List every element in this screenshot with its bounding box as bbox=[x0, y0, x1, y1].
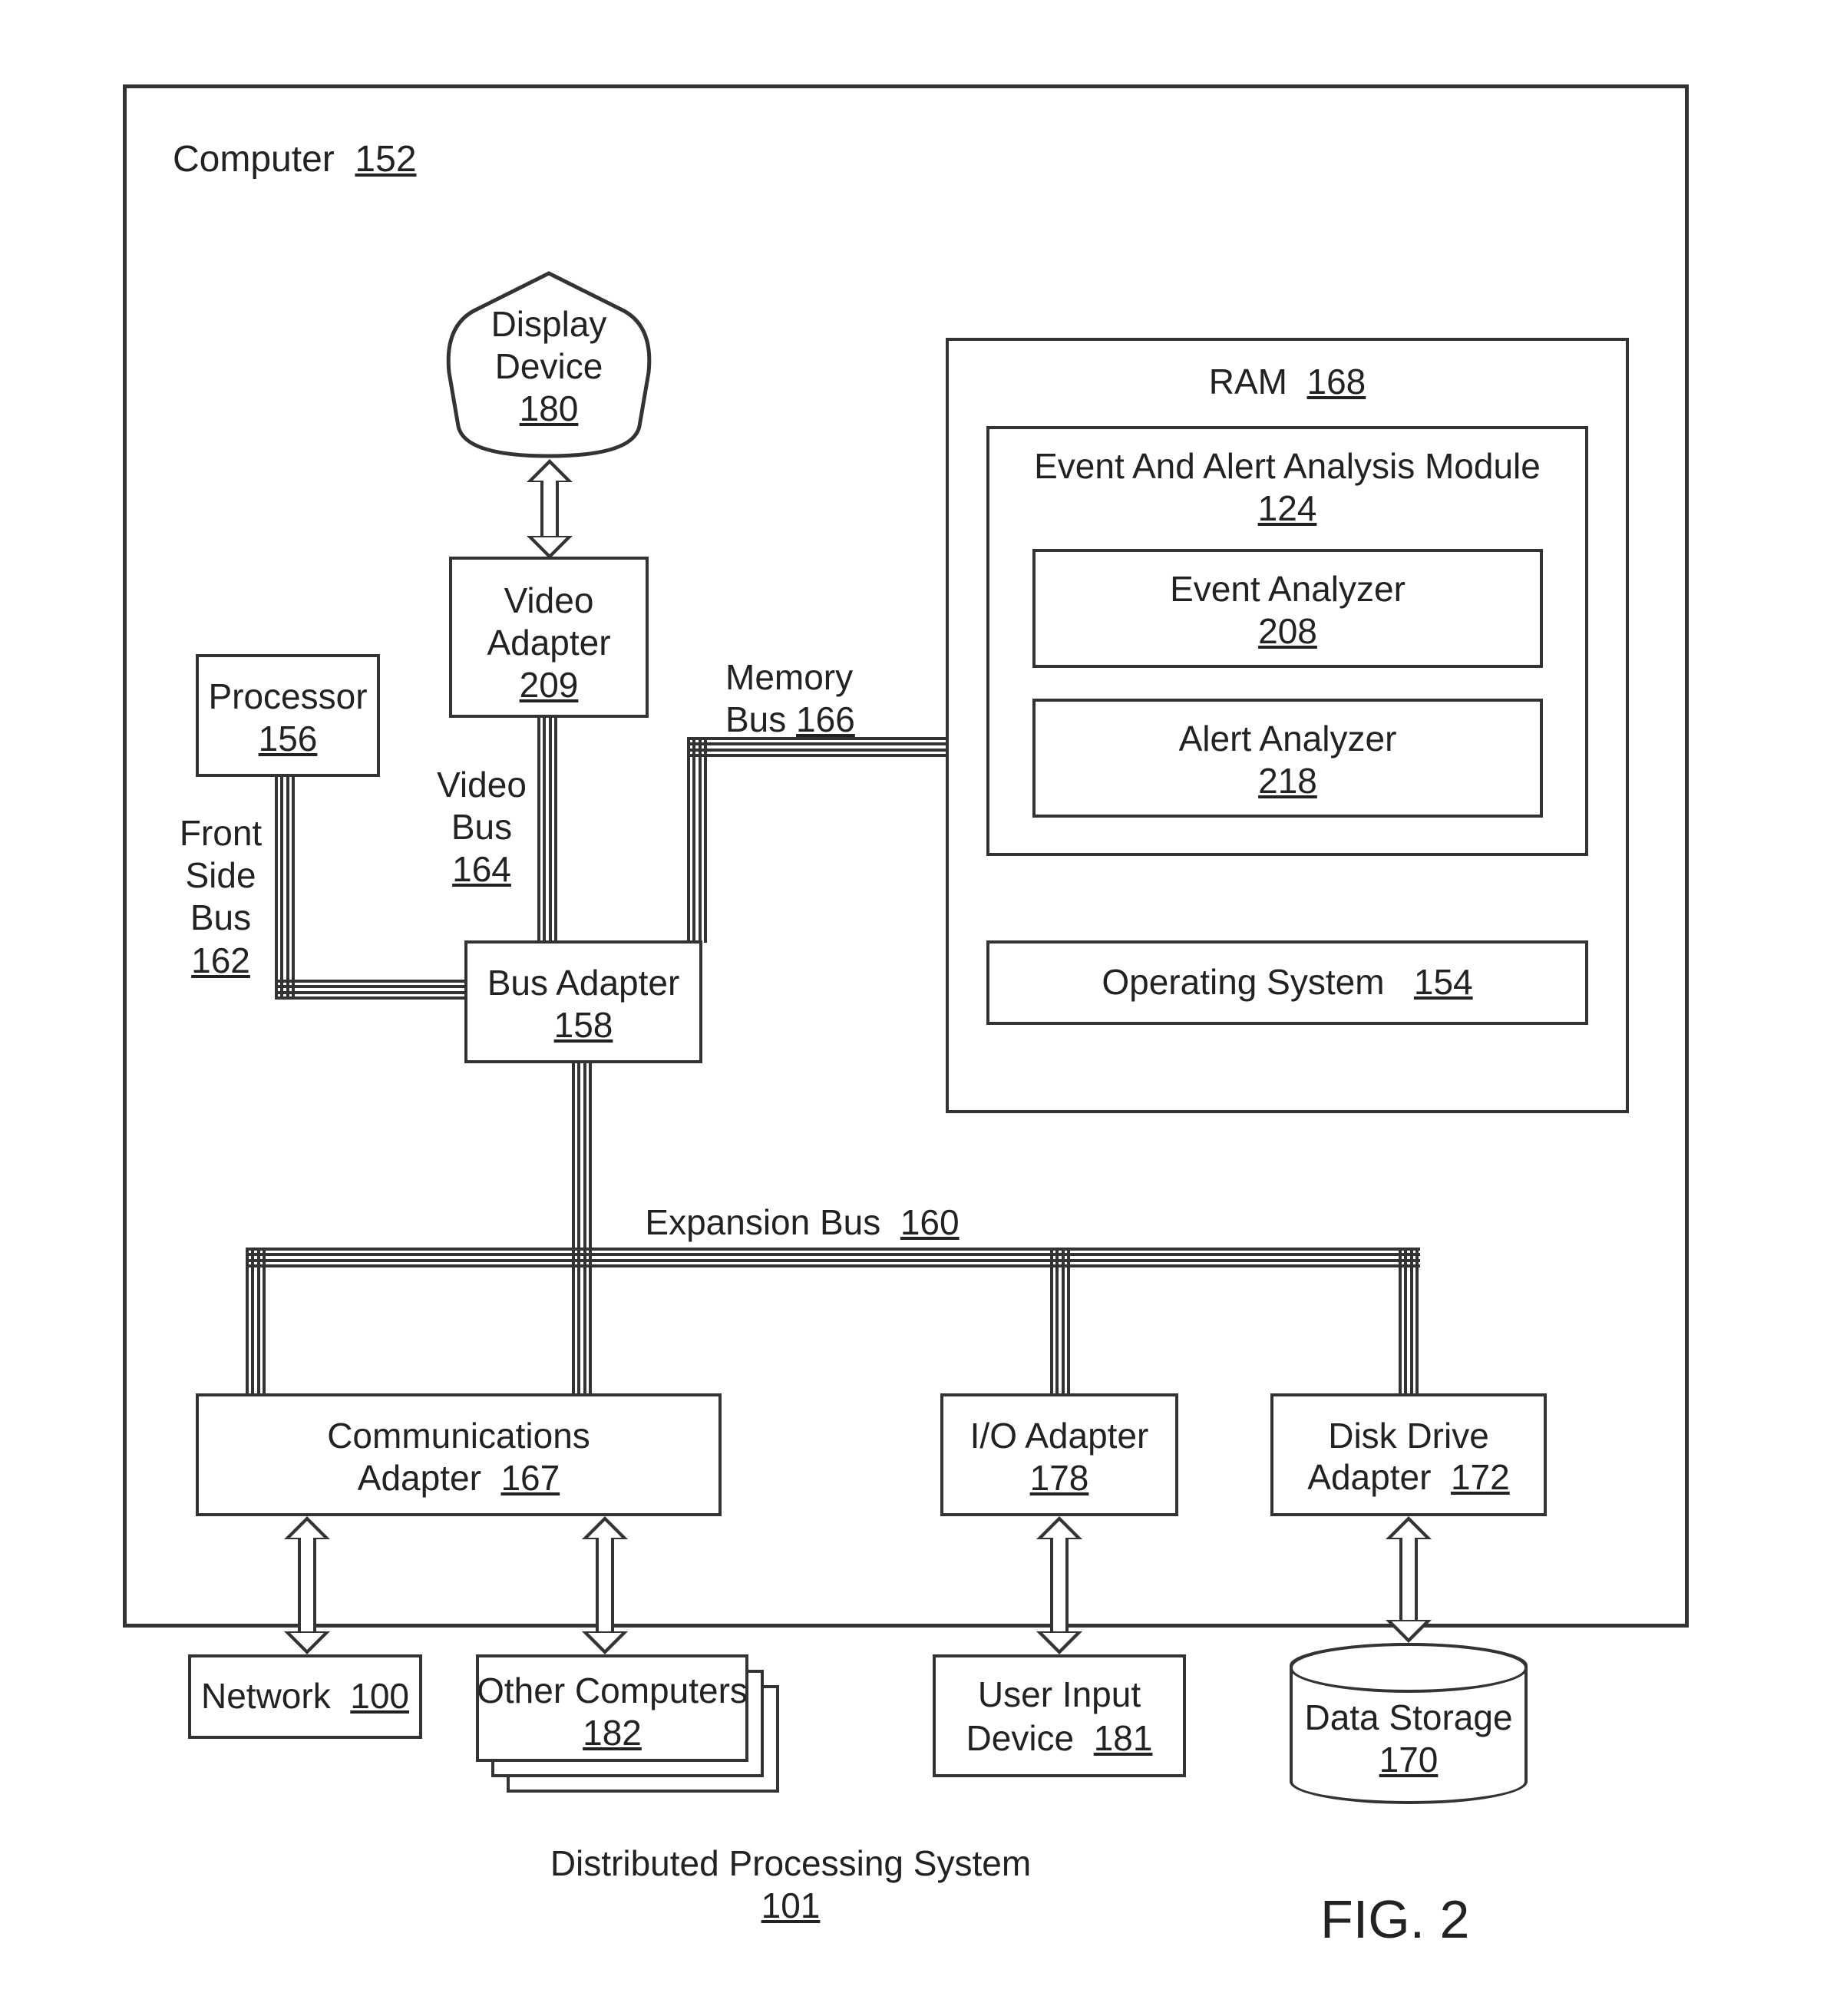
io-adapter-label-block: I/O Adapter 178 bbox=[940, 1415, 1178, 1499]
ram-title: RAM 168 bbox=[946, 361, 1629, 403]
video-bus-num: 164 bbox=[430, 848, 533, 891]
expansion-bus-label-text: Expansion Bus bbox=[645, 1202, 880, 1242]
os-label-block: Operating System 154 bbox=[986, 961, 1588, 1003]
user-input-label-block: User Input bbox=[933, 1674, 1186, 1716]
bus-adapter-num: 158 bbox=[464, 1004, 702, 1046]
os-num: 154 bbox=[1414, 962, 1473, 1002]
alert-analyzer-label: Alert Analyzer bbox=[1032, 718, 1543, 760]
video-bus-label-text: Video Bus bbox=[430, 764, 533, 848]
front-side-bus-label: Front Side Bus 162 bbox=[173, 812, 269, 982]
expansion-bus-v-main bbox=[572, 1063, 592, 1248]
disk-adapter-num-block: Adapter 172 bbox=[1270, 1456, 1547, 1499]
video-bus-v bbox=[537, 718, 557, 940]
display-device-num: 180 bbox=[457, 388, 641, 430]
arrow-io-userinput bbox=[1036, 1516, 1082, 1654]
other-computers-label: Other Computers bbox=[476, 1670, 748, 1712]
expansion-bus-h bbox=[246, 1248, 1420, 1267]
memory-bus-v1 bbox=[687, 737, 707, 943]
ram-label: RAM bbox=[1209, 362, 1287, 402]
comm-adapter-word: Adapter bbox=[358, 1458, 501, 1498]
computer-title: Computer 152 bbox=[173, 138, 417, 180]
fsb-num: 162 bbox=[173, 940, 269, 982]
network-label: Network bbox=[201, 1676, 331, 1716]
event-analyzer-num: 208 bbox=[1032, 610, 1543, 653]
disk-adapter-num: 172 bbox=[1451, 1457, 1510, 1497]
eam-title: Event And Alert Analysis Module 124 bbox=[986, 445, 1588, 530]
network-label-block: Network 100 bbox=[188, 1675, 422, 1717]
bus-adapter-label-block: Bus Adapter 158 bbox=[464, 962, 702, 1046]
video-adapter-label: Video Adapter bbox=[457, 580, 641, 664]
comm-adapter-num: 167 bbox=[500, 1458, 560, 1498]
system-num: 101 bbox=[522, 1885, 1059, 1927]
expansion-bus-label: Expansion Bus 160 bbox=[626, 1201, 979, 1244]
alert-analyzer-label-block: Alert Analyzer 218 bbox=[1032, 718, 1543, 802]
fsb-label: Front Side Bus bbox=[173, 812, 269, 940]
event-analyzer-label: Event Analyzer bbox=[1032, 568, 1543, 610]
expansion-bus-drop2 bbox=[572, 1248, 592, 1393]
video-adapter-label-block: Video Adapter 209 bbox=[457, 580, 641, 707]
event-analyzer-label-block: Event Analyzer 208 bbox=[1032, 568, 1543, 653]
ram-num: 168 bbox=[1307, 362, 1366, 402]
disk-adapter-word: Adapter bbox=[1307, 1457, 1451, 1497]
user-input-label: User Input bbox=[933, 1674, 1186, 1716]
display-device-label-block: Display Device 180 bbox=[457, 303, 641, 431]
network-num: 100 bbox=[350, 1676, 409, 1716]
computer-label: Computer bbox=[173, 139, 335, 180]
alert-analyzer-num: 218 bbox=[1032, 760, 1543, 802]
memory-bus-word: Bus bbox=[725, 699, 796, 739]
system-label: Distributed Processing System bbox=[522, 1842, 1059, 1885]
data-storage-label-block: Data Storage 170 bbox=[1290, 1697, 1528, 1781]
expansion-bus-drop1 bbox=[246, 1248, 266, 1393]
display-device-label: Display Device bbox=[457, 303, 641, 388]
video-bus-label: Video Bus 164 bbox=[430, 764, 533, 891]
system-caption: Distributed Processing System 101 bbox=[522, 1842, 1059, 1927]
expansion-bus-num: 160 bbox=[900, 1202, 960, 1242]
arrow-comm-others bbox=[582, 1516, 628, 1654]
user-input-word: Device bbox=[966, 1718, 1094, 1758]
os-label: Operating System bbox=[1102, 962, 1384, 1002]
front-side-bus-h bbox=[275, 980, 467, 1000]
memory-bus-label-text: Memory bbox=[725, 656, 917, 699]
comm-adapter-label: Communications bbox=[196, 1415, 722, 1457]
user-input-num-block: Device 181 bbox=[933, 1717, 1186, 1760]
video-adapter-num: 209 bbox=[457, 664, 641, 706]
arrow-display-video bbox=[527, 459, 573, 559]
user-input-num: 181 bbox=[1094, 1718, 1153, 1758]
disk-adapter-label-block: Disk Drive bbox=[1270, 1415, 1547, 1457]
comm-adapter-label-block: Communications Adapter 167 bbox=[196, 1415, 722, 1499]
processor-num: 156 bbox=[196, 718, 380, 760]
processor-label-block: Processor 156 bbox=[196, 676, 380, 760]
memory-bus-label: Memory Bus 166 bbox=[725, 656, 917, 741]
diagram-canvas: Computer 152 Display Device 180 Video Ad… bbox=[0, 0, 1830, 2016]
memory-bus-num: 166 bbox=[796, 699, 855, 739]
arrow-disk-storage bbox=[1386, 1516, 1432, 1643]
processor-label: Processor bbox=[196, 676, 380, 718]
expansion-bus-drop3 bbox=[1050, 1248, 1070, 1393]
io-adapter-label: I/O Adapter bbox=[940, 1415, 1178, 1457]
disk-adapter-label: Disk Drive bbox=[1270, 1415, 1547, 1457]
arrow-comm-network bbox=[284, 1516, 330, 1654]
computer-num: 152 bbox=[355, 139, 416, 180]
bus-adapter-label: Bus Adapter bbox=[464, 962, 702, 1004]
figure-label: FIG. 2 bbox=[1320, 1889, 1469, 1950]
other-computers-label-block: Other Computers 182 bbox=[476, 1670, 748, 1754]
front-side-bus-v bbox=[275, 777, 295, 1000]
other-computers-num: 182 bbox=[476, 1712, 748, 1754]
eam-label: Event And Alert Analysis Module bbox=[986, 445, 1588, 487]
data-storage-label: Data Storage bbox=[1290, 1697, 1528, 1739]
eam-num: 124 bbox=[986, 487, 1588, 530]
data-storage-num: 170 bbox=[1290, 1739, 1528, 1781]
io-adapter-num: 178 bbox=[940, 1457, 1178, 1499]
expansion-bus-drop4 bbox=[1399, 1248, 1419, 1393]
